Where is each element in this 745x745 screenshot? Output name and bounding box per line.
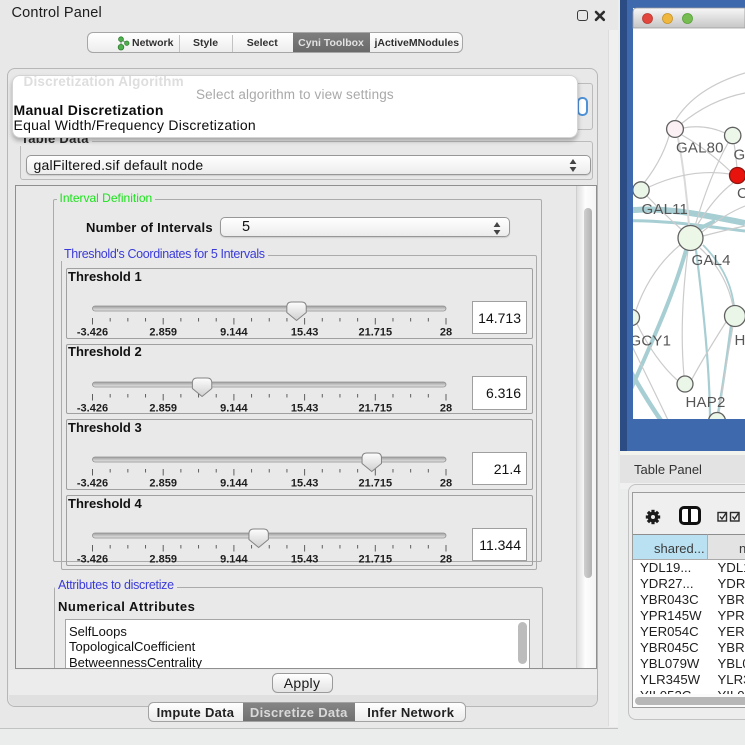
svg-text:CD: CD — [737, 185, 745, 202]
svg-text:28: 28 — [439, 402, 451, 414]
svg-text:28: 28 — [439, 327, 451, 339]
svg-text:2.859: 2.859 — [149, 554, 177, 566]
svg-text:15.43: 15.43 — [290, 327, 318, 339]
svg-text:2.859: 2.859 — [149, 327, 177, 339]
svg-text:-3.426: -3.426 — [76, 402, 107, 414]
svg-text:HIS: HIS — [735, 332, 745, 349]
svg-text:-3.426: -3.426 — [76, 327, 107, 339]
svg-text:-3.426: -3.426 — [76, 478, 107, 490]
svg-text:2.859: 2.859 — [149, 402, 177, 414]
svg-text:28: 28 — [439, 478, 451, 490]
svg-text:GAL4: GAL4 — [692, 252, 731, 269]
svg-text:21.715: 21.715 — [358, 402, 392, 414]
svg-text:21.715: 21.715 — [358, 327, 392, 339]
svg-text:HAP2: HAP2 — [686, 394, 726, 411]
svg-text:GAL: GAL — [734, 147, 745, 164]
svg-text:9.144: 9.144 — [220, 554, 248, 566]
svg-text:15.43: 15.43 — [290, 402, 318, 414]
svg-text:15.43: 15.43 — [290, 478, 318, 490]
svg-text:28: 28 — [439, 554, 451, 566]
svg-text:9.144: 9.144 — [220, 402, 248, 414]
svg-text:21.715: 21.715 — [358, 554, 392, 566]
svg-text:15.43: 15.43 — [290, 554, 318, 566]
svg-text:GAL80: GAL80 — [676, 140, 724, 157]
svg-text:21.715: 21.715 — [358, 478, 392, 490]
svg-text:-3.426: -3.426 — [76, 554, 107, 566]
svg-text:2.859: 2.859 — [149, 478, 177, 490]
svg-text:9.144: 9.144 — [220, 327, 248, 339]
svg-text:GCY1: GCY1 — [630, 333, 672, 350]
svg-text:9.144: 9.144 — [220, 478, 248, 490]
svg-text:GAL11: GAL11 — [642, 201, 689, 218]
